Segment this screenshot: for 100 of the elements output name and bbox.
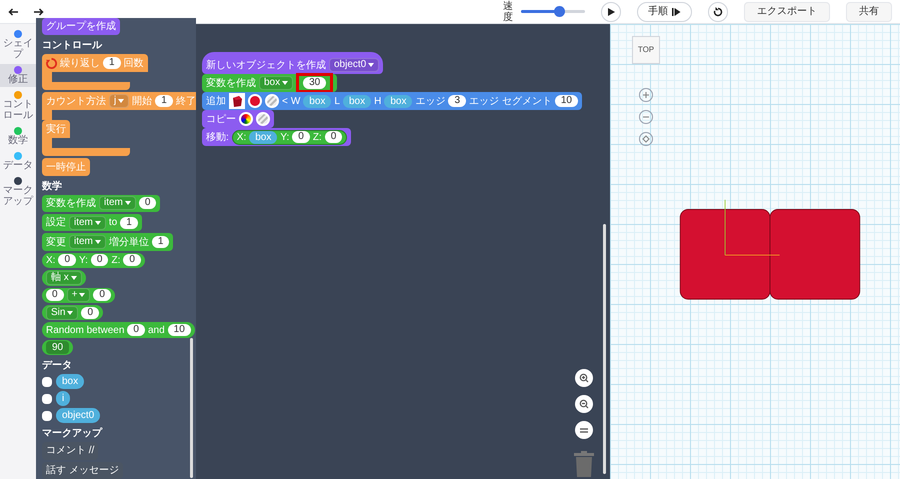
number-input[interactable]: 0 [46, 289, 64, 302]
loop-icon [46, 58, 57, 69]
block-label: エッジ セグメント [469, 94, 552, 108]
rainbow-swatch[interactable] [239, 112, 253, 126]
number-input[interactable]: 10 [168, 324, 191, 336]
block-label: 開始 [132, 94, 152, 109]
redo-icon[interactable] [34, 8, 44, 16]
number-input[interactable]: 0 [127, 324, 145, 336]
plus-icon [641, 90, 651, 100]
code-block[interactable]: 新しいオブジェクトを作成 object0 [202, 52, 384, 74]
cube-swatch-icon[interactable] [229, 93, 245, 109]
number-input[interactable]: 0 [90, 254, 108, 266]
reset-button[interactable] [708, 2, 728, 22]
category-item[interactable]: 数学 [0, 125, 36, 148]
code-block[interactable]: グループを作成 [42, 18, 120, 36]
caret-icon [368, 63, 374, 67]
caret-icon [94, 220, 101, 225]
reporter-block[interactable]: Random between 0 and 10 [42, 322, 195, 338]
play-button[interactable] [601, 2, 621, 22]
color-swatch[interactable] [248, 94, 262, 108]
category-label: 修正 [7, 74, 29, 85]
step-button[interactable]: 手順 [637, 2, 692, 22]
number-input[interactable]: 10 [554, 95, 578, 107]
number-input[interactable]: 30 [303, 77, 326, 89]
caret-icon [79, 293, 86, 298]
reset-zoom-button[interactable] [575, 421, 593, 439]
block-label: 変数を作成 [206, 76, 256, 90]
equals-icon [580, 428, 588, 432]
texture-swatch[interactable] [256, 112, 270, 126]
number-input[interactable]: 0 [138, 197, 156, 210]
number-input[interactable]: 1 [152, 236, 170, 248]
toolbox-scrollbar[interactable] [190, 338, 193, 478]
category-item[interactable]: 修正 [0, 64, 36, 87]
block-label: カウント方法 [46, 94, 106, 109]
number-input[interactable]: 0 [93, 289, 111, 302]
number-input[interactable]: 0 [292, 131, 310, 143]
block-label: Y: [280, 130, 290, 144]
code-block[interactable]: コメント // [42, 442, 98, 460]
block-label: X: [46, 254, 56, 268]
number-input[interactable]: 90 [46, 341, 70, 354]
block-label: 終了 [176, 94, 196, 109]
checkbox[interactable] [42, 376, 52, 387]
code-block[interactable]: 設定 item to 1 [42, 214, 142, 232]
number-input[interactable]: 0 [58, 254, 76, 266]
reset-icon [713, 6, 723, 16]
block-label: 繰り返し [60, 56, 100, 71]
category-label: シェイプ [2, 38, 34, 60]
texture-swatch[interactable] [265, 94, 279, 108]
block-label: Random between [46, 324, 124, 338]
code-block[interactable]: 変数を作成 box 30 [202, 74, 338, 92]
slider-thumb[interactable] [554, 6, 566, 17]
section-header: マークアップ [42, 427, 104, 440]
category-label: 数学 [7, 135, 29, 146]
code-block[interactable]: 移動: X: box Y: 0 Z: 0 [202, 128, 352, 146]
number-input[interactable]: 3 [448, 95, 466, 107]
position-reporter[interactable]: X: box Y: 0 Z: 0 [232, 130, 348, 144]
block-label: 一時停止 [46, 160, 86, 175]
checkbox[interactable] [42, 410, 52, 421]
code-block[interactable]: 話す メッセージ [42, 462, 123, 479]
loop-block-header[interactable]: 繰り返し 1 回数 [42, 54, 148, 72]
code-block[interactable]: コピー [202, 110, 274, 128]
category-item[interactable]: コントロール [0, 89, 36, 123]
view-cube-button[interactable]: TOP [632, 36, 660, 64]
block-label: < [282, 94, 288, 108]
category-label: マークアップ [2, 185, 34, 207]
number-input[interactable]: 1 [155, 95, 173, 108]
undo-icon[interactable] [8, 8, 18, 16]
caret-icon [94, 240, 101, 244]
block-label: Y: [79, 254, 88, 268]
category-item[interactable]: シェイプ [0, 28, 36, 62]
play-icon [608, 8, 614, 16]
category-item[interactable]: マークアップ [0, 175, 36, 209]
category-label: データ [2, 160, 34, 171]
reporter-block[interactable]: X: 0 Y: 0 Z: 0 [42, 252, 145, 268]
home-view-button[interactable] [639, 132, 653, 146]
block-label: グループを作成 [46, 20, 116, 34]
block-label: 変更 [46, 236, 66, 250]
block-label: 設定 [46, 216, 66, 230]
workspace-scrollbar[interactable] [603, 224, 606, 474]
category-item[interactable]: データ [0, 150, 36, 173]
code-block[interactable]: 変数を作成 item 0 [42, 194, 160, 212]
number-input[interactable]: 0 [123, 254, 141, 266]
number-input[interactable]: 1 [120, 216, 138, 229]
number-input[interactable]: 0 [81, 306, 100, 319]
caret-icon [67, 310, 74, 315]
reporter-block[interactable]: Sin 0 [42, 304, 104, 320]
dropdown[interactable]: object0 [329, 58, 380, 72]
code-block[interactable]: 追加 < W box L box H box エッジ 3 エッジ セグメント 10 [202, 92, 582, 110]
toolbar-button[interactable]: エクスポート [744, 2, 830, 22]
zoom-out-button[interactable] [575, 395, 593, 413]
zoom-in-button[interactable] [575, 369, 593, 387]
toolbar-button[interactable]: 共有 [846, 2, 892, 22]
checkbox[interactable] [42, 394, 52, 404]
reporter-block[interactable]: 90 [42, 340, 74, 356]
code-block[interactable]: 変更 item 増分単位 1 [42, 233, 174, 251]
reporter-block[interactable]: 0 + 0 [42, 288, 115, 303]
block-label: 変数を作成 [46, 196, 96, 211]
block-label: 回数 [124, 56, 144, 71]
number-input[interactable]: 0 [324, 131, 342, 143]
number-input[interactable]: 1 [103, 57, 121, 70]
